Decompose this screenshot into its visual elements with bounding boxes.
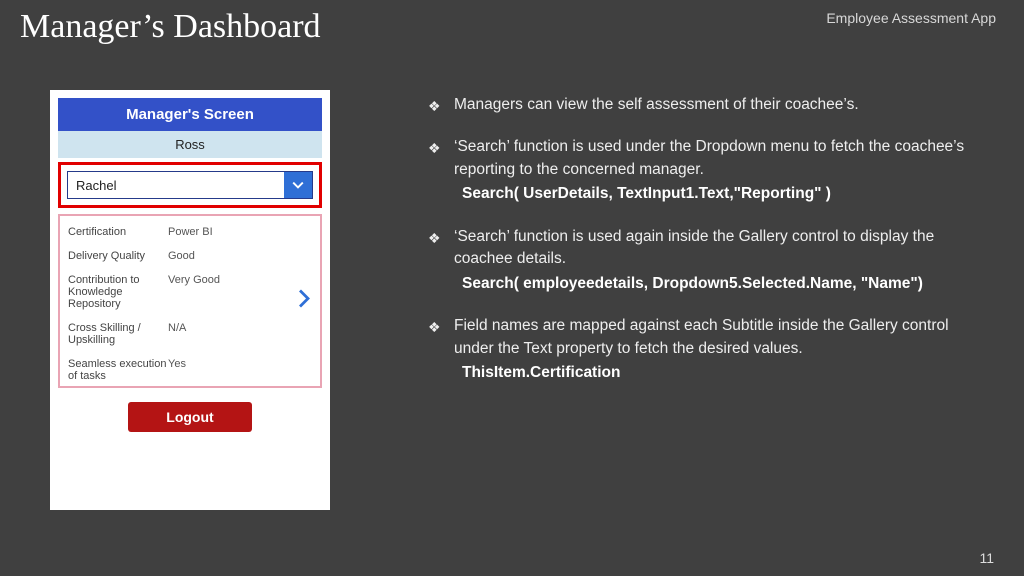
chevron-down-icon[interactable]: [284, 172, 312, 198]
bullet-text: ‘Search’ function is used again inside t…: [454, 228, 934, 267]
logout-button[interactable]: Logout: [128, 402, 251, 432]
current-user-label: Ross: [58, 131, 322, 158]
slide-title: Manager’s Dashboard: [20, 8, 321, 46]
page-number: 11: [979, 550, 994, 566]
detail-row: Contribution to Knowledge Repository Ver…: [68, 274, 312, 310]
detail-row: Cross Skilling / Upskilling N/A: [68, 322, 312, 346]
bullet-item: ❖ Field names are mapped against each Su…: [428, 315, 988, 384]
app-label: Employee Assessment App: [826, 10, 996, 26]
detail-label: Cross Skilling / Upskilling: [68, 322, 168, 346]
bullet-code: Search( UserDetails, TextInput1.Text,"Re…: [454, 183, 988, 205]
detail-label: Certification: [68, 226, 168, 238]
bullet-item: ❖ Managers can view the self assessment …: [428, 94, 988, 116]
bullet-text: Field names are mapped against each Subt…: [454, 317, 949, 356]
coachee-dropdown[interactable]: Rachel: [67, 171, 313, 199]
detail-value: Very Good: [168, 274, 312, 310]
detail-label: Delivery Quality: [68, 250, 168, 262]
bullet-marker-icon: ❖: [428, 226, 454, 295]
chevron-right-icon[interactable]: [294, 289, 314, 314]
detail-label: Seamless execution of tasks: [68, 358, 168, 382]
bullet-text: Managers can view the self assessment of…: [454, 96, 859, 113]
coachee-dropdown-value: Rachel: [68, 172, 284, 198]
screen-header: Manager's Screen: [58, 98, 322, 131]
bullet-marker-icon: ❖: [428, 315, 454, 384]
detail-value: Good: [168, 250, 312, 262]
coachee-details-gallery: Certification Power BI Delivery Quality …: [58, 214, 322, 388]
dropdown-highlight-frame: Rachel: [58, 162, 322, 208]
bullet-marker-icon: ❖: [428, 136, 454, 205]
detail-value: Yes: [168, 358, 312, 382]
bullet-item: ❖ ‘Search’ function is used under the Dr…: [428, 136, 988, 205]
detail-row: Seamless execution of tasks Yes: [68, 358, 312, 382]
detail-row: Certification Power BI: [68, 226, 312, 238]
explanation-bullets: ❖ Managers can view the self assessment …: [428, 94, 988, 405]
bullet-marker-icon: ❖: [428, 94, 454, 116]
bullet-code: ThisItem.Certification: [454, 362, 988, 384]
manager-screen-mock: Manager's Screen Ross Rachel Certificati…: [50, 90, 330, 510]
bullet-text: ‘Search’ function is used under the Drop…: [454, 138, 964, 177]
bullet-item: ❖ ‘Search’ function is used again inside…: [428, 226, 988, 295]
detail-value: N/A: [168, 322, 312, 346]
detail-label: Contribution to Knowledge Repository: [68, 274, 168, 310]
bullet-code: Search( employeedetails, Dropdown5.Selec…: [454, 273, 988, 295]
detail-value: Power BI: [168, 226, 312, 238]
detail-row: Delivery Quality Good: [68, 250, 312, 262]
